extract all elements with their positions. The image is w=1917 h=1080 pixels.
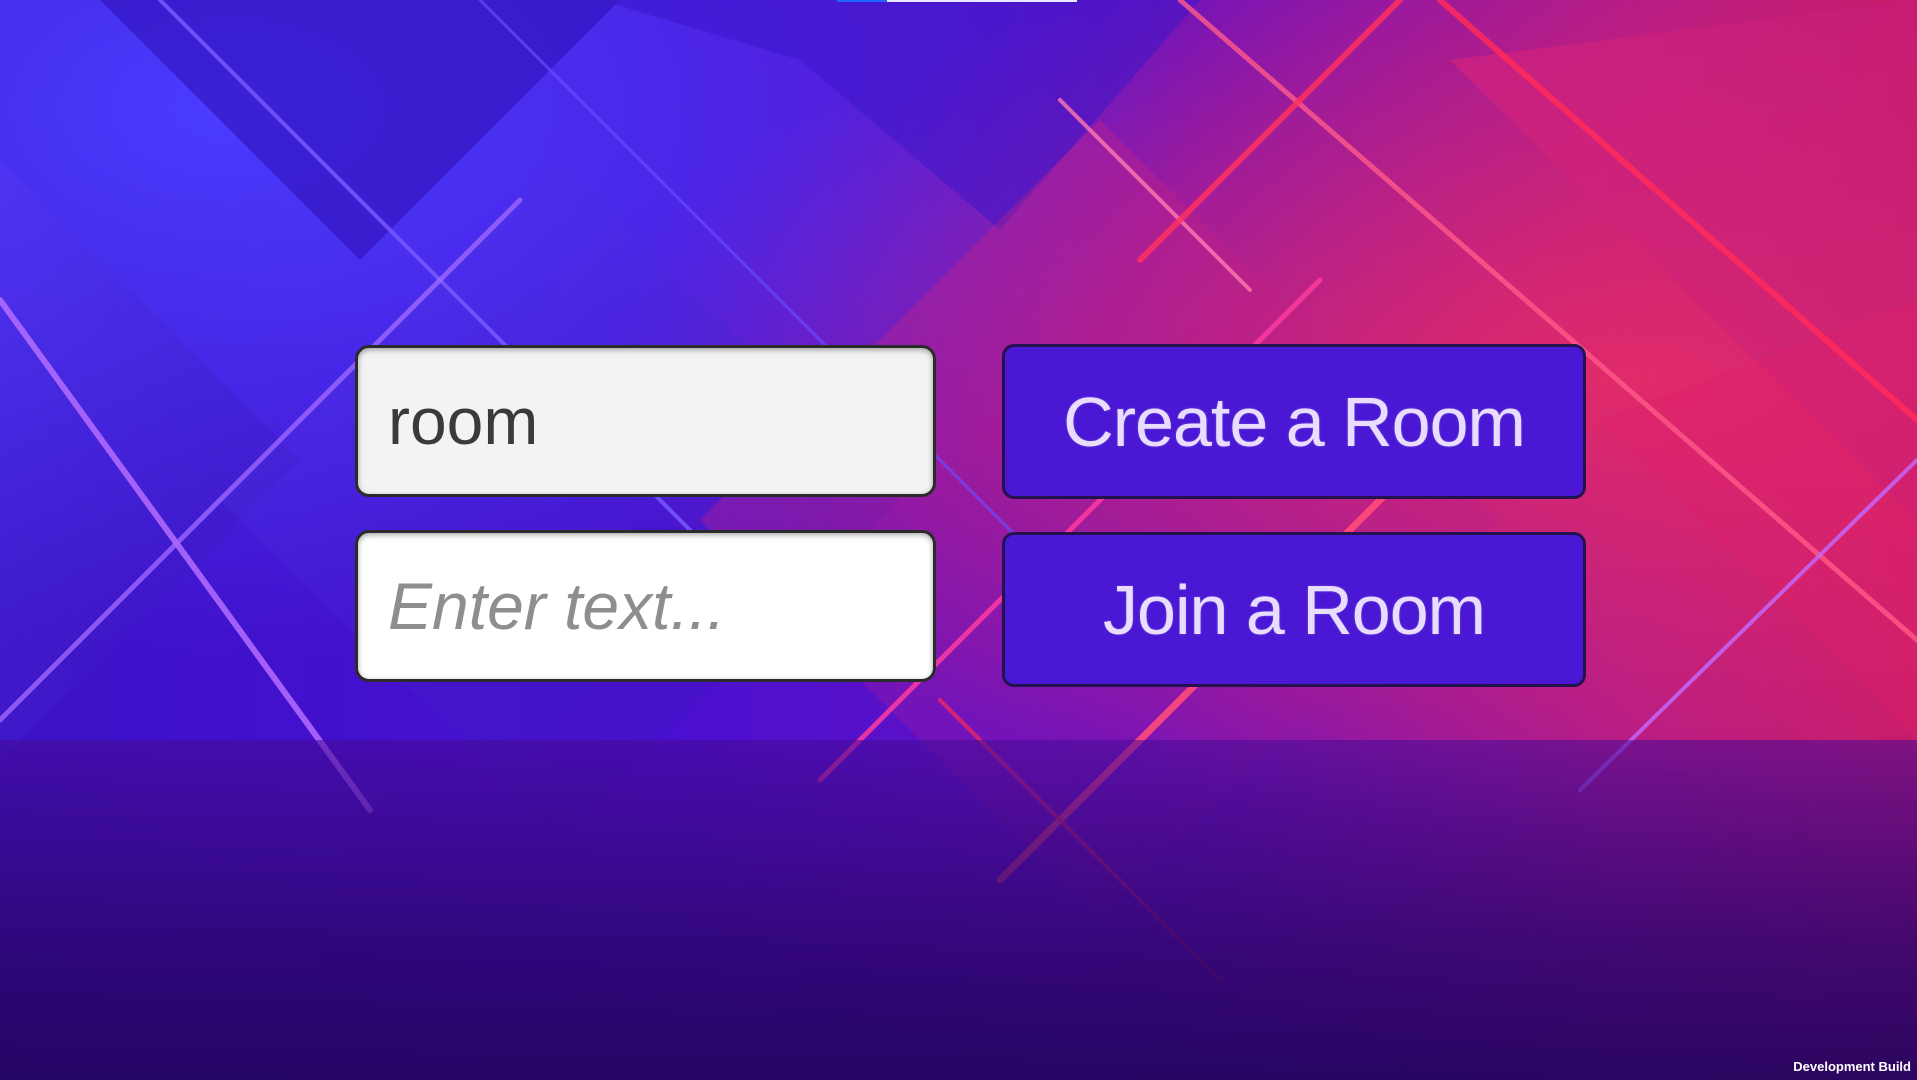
game-scene: room Enter text... Create a Room Join a … [0,0,1917,1080]
join-room-label: Join a Room [1103,570,1486,649]
reflective-floor [0,740,1917,1080]
join-room-button[interactable]: Join a Room [1002,532,1586,687]
create-room-label: Create a Room [1063,382,1526,461]
text-input[interactable]: Enter text... [355,530,936,682]
top-edge-strip [837,0,1077,2]
room-name-input[interactable]: room [355,345,936,497]
development-build-label: Development Build [1793,1059,1911,1074]
text-input-placeholder: Enter text... [388,569,726,643]
room-name-value: room [388,384,539,458]
create-room-button[interactable]: Create a Room [1002,344,1586,499]
